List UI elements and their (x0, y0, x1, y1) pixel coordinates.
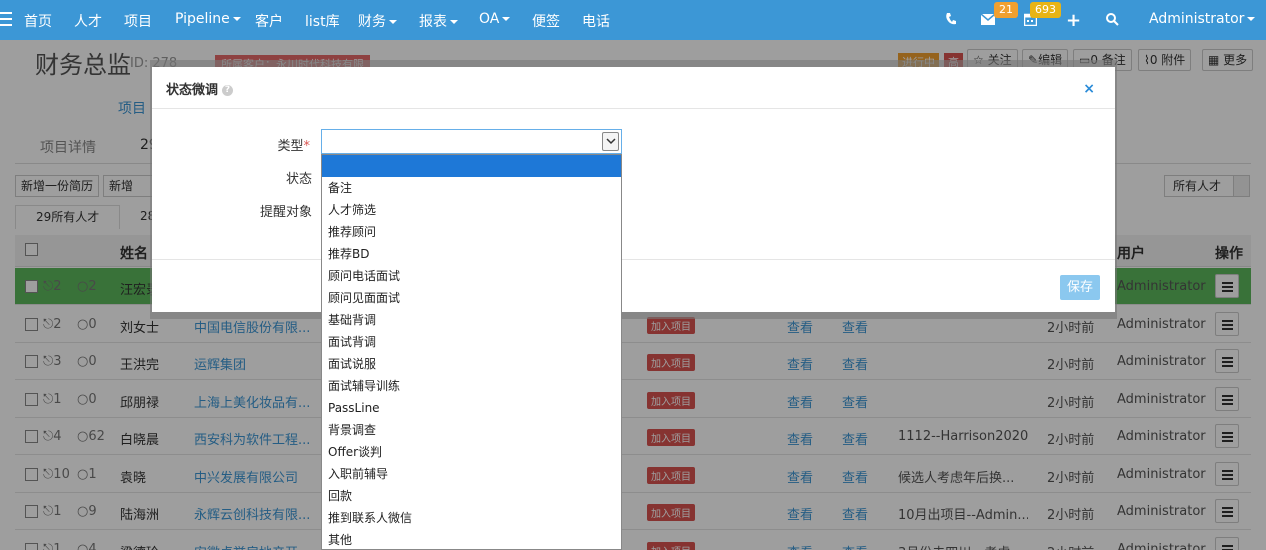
plus-icon[interactable]: + (1066, 10, 1081, 31)
mail-badge: 21 (994, 2, 1018, 18)
nav-pipeline-label: Pipeline (175, 11, 230, 27)
mail-icon[interactable] (980, 13, 996, 29)
dropdown-option[interactable]: Offer谈判 (322, 441, 621, 463)
calendar-badge: 693 (1030, 2, 1061, 18)
search-icon[interactable] (1106, 13, 1119, 30)
type-dropdown-list: 备注 人才筛选 推荐顾问 推荐BD 顾问电话面试 顾问见面面试 基础背调 面试背调 面试说服 面试… (321, 154, 622, 550)
dropdown-option[interactable]: 顾问见面面试 (322, 287, 621, 309)
nav-client[interactable]: 客户 (255, 11, 283, 31)
dropdown-option[interactable]: 人才筛选 (322, 199, 621, 221)
status-label: 状态 (285, 172, 312, 187)
nav-finance-label: 财务 (358, 14, 386, 30)
chevron-down-icon (450, 20, 458, 24)
modal-header: 状态微调? × (152, 67, 1115, 109)
type-label-text: 类型 (277, 139, 304, 154)
nav-reports[interactable]: 报表 (419, 11, 458, 31)
user-name: Administrator (1149, 11, 1245, 27)
dropdown-option[interactable] (322, 155, 621, 177)
modal-title-text: 状态微调 (166, 83, 219, 98)
dropdown-option[interactable]: 入职前辅导 (322, 463, 621, 485)
nav-pipeline[interactable]: Pipeline (175, 11, 241, 27)
nav-talent[interactable]: 人才 (74, 11, 102, 31)
close-icon[interactable]: × (1083, 81, 1095, 97)
dropdown-option[interactable]: 基础背调 (322, 309, 621, 331)
dropdown-option[interactable]: PassLine (322, 397, 621, 419)
nav-oa-label: OA (479, 11, 500, 27)
nav-project[interactable]: 项目 (124, 11, 152, 31)
dropdown-option[interactable]: 备注 (322, 177, 621, 199)
chevron-down-icon (1247, 17, 1256, 21)
nav-reports-label: 报表 (419, 14, 447, 30)
chevron-down-icon[interactable] (602, 132, 619, 151)
dropdown-option[interactable]: 推到联系人微信 (322, 507, 621, 529)
nav-finance[interactable]: 财务 (358, 11, 397, 31)
modal-footer-divider (152, 259, 1115, 260)
modal-title: 状态微调? (166, 79, 234, 98)
dropdown-option[interactable]: 推荐顾问 (322, 221, 621, 243)
phone-icon[interactable] (945, 12, 957, 30)
help-icon[interactable]: ? (222, 85, 234, 96)
save-button[interactable]: 保存 (1060, 275, 1100, 300)
dropdown-option[interactable]: 面试说服 (322, 353, 621, 375)
nav-phone[interactable]: 电话 (582, 11, 610, 31)
nav-home[interactable]: 首页 (24, 11, 52, 31)
dropdown-option[interactable]: 推荐BD (322, 243, 621, 265)
chevron-down-icon (389, 20, 397, 24)
dropdown-option[interactable]: 顾问电话面试 (322, 265, 621, 287)
dropdown-option[interactable]: 面试背调 (322, 331, 621, 353)
top-navbar: 首页 人才 项目 Pipeline 客户 list库 财务 报表 OA 便签 电… (0, 0, 1266, 40)
nav-oa[interactable]: OA (479, 11, 511, 27)
type-label: 类型* (210, 135, 310, 154)
nav-list[interactable]: list库 (305, 11, 340, 31)
dropdown-option[interactable]: 回款 (322, 485, 621, 507)
dropdown-option[interactable]: 其他 (322, 529, 621, 550)
menu-icon[interactable] (0, 12, 12, 28)
type-select[interactable] (321, 129, 622, 154)
required-mark: * (303, 139, 311, 154)
dropdown-option[interactable]: 面试辅导训练 (322, 375, 621, 397)
chevron-down-icon (502, 17, 511, 21)
nav-notes[interactable]: 便签 (532, 11, 560, 31)
user-menu[interactable]: Administrator (1149, 11, 1256, 27)
chevron-down-icon (232, 17, 241, 21)
remind-label: 提醒对象 (259, 205, 312, 220)
status-adjust-modal: 状态微调? × 类型* 状态 提醒对象 保存 (152, 67, 1115, 312)
dropdown-option[interactable]: 背景调查 (322, 419, 621, 441)
